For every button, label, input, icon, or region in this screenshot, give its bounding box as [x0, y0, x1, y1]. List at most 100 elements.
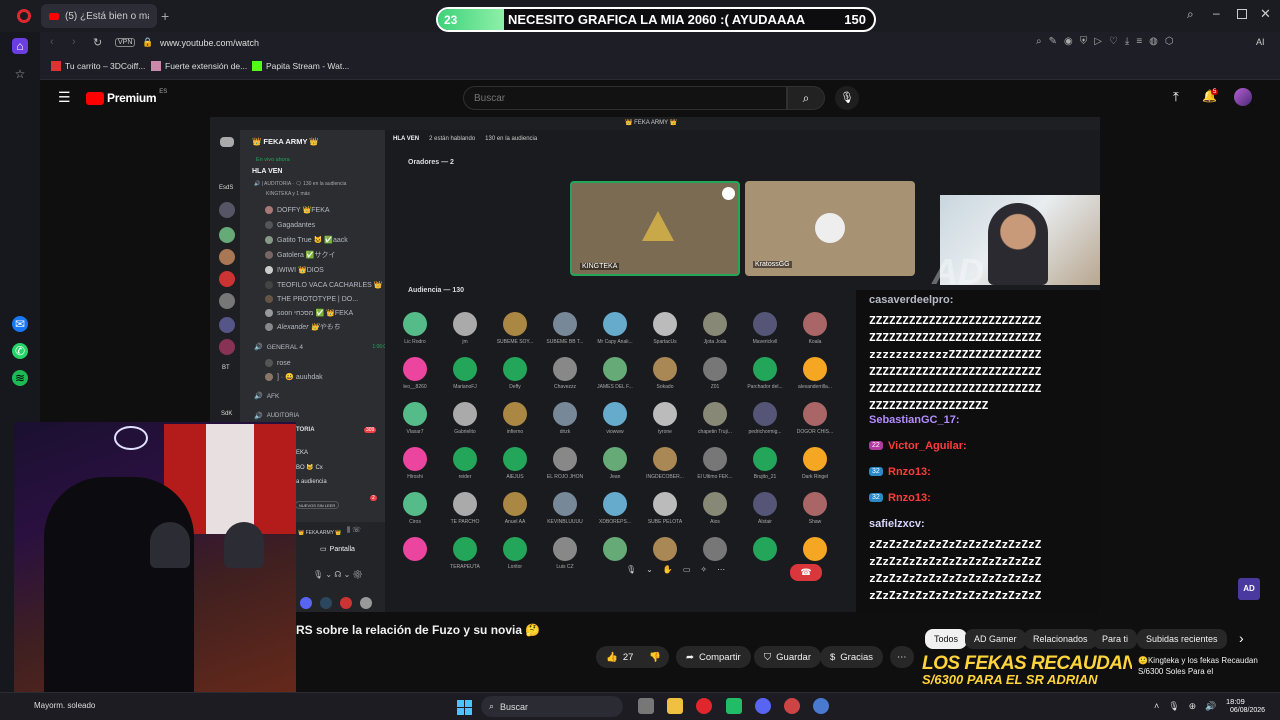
- tray-icons[interactable]: ˄🎙⊕🔊: [1154, 701, 1225, 712]
- chevron-right-icon[interactable]: ›: [1239, 630, 1244, 646]
- audience-member[interactable]: Vlaxar7: [395, 402, 435, 435]
- weather-text[interactable]: Mayorm. soleado: [34, 701, 95, 710]
- voice-member[interactable]: rose: [265, 358, 400, 368]
- edit-icon[interactable]: ✎: [1049, 36, 1057, 52]
- more-icon[interactable]: ⋯: [717, 565, 725, 581]
- server-label[interactable]: EsdS: [219, 185, 233, 191]
- server-icon[interactable]: [219, 293, 235, 309]
- recommended-title[interactable]: 🙂Kingteka y los fekas Recaudan S/6300 So…: [1138, 655, 1260, 679]
- search-tabs-icon[interactable]: ⌕: [1187, 7, 1194, 22]
- vpn-badge[interactable]: VPN: [115, 38, 136, 47]
- opera-icon[interactable]: [696, 698, 712, 714]
- voice-member[interactable]: THE PROTOTYPE | DO...: [265, 294, 400, 304]
- audience-member[interactable]: Aios: [695, 492, 735, 525]
- server-label[interactable]: SdK: [221, 411, 232, 417]
- bookmark-3[interactable]: Papita Stream - Wat...: [252, 61, 349, 71]
- audience-member[interactable]: Z01: [695, 357, 735, 390]
- chevron-down-icon[interactable]: ⌄: [646, 565, 653, 581]
- mic-control-icon[interactable]: 🎙 ⌄ ☊ ⌄ ⚙: [313, 570, 363, 579]
- taskbar-search[interactable]: ⌕ Buscar: [481, 696, 623, 717]
- audience-member[interactable]: viowww: [595, 402, 635, 435]
- audience-member[interactable]: Loritor: [495, 537, 535, 570]
- chat-username[interactable]: casaverdeelpro:: [869, 294, 953, 306]
- audience-member[interactable]: KEVINBLUUUU: [545, 492, 585, 525]
- share-button[interactable]: ➦ Compartir: [676, 646, 751, 668]
- start-button[interactable]: [457, 700, 472, 715]
- search-input[interactable]: [464, 87, 764, 109]
- thanks-button[interactable]: $ Gracias: [820, 646, 884, 668]
- audience-member[interactable]: EL ROJO JHON: [545, 447, 585, 480]
- audience-member[interactable]: Jean: [595, 447, 635, 480]
- screen-share-button[interactable]: ▭ Pantalla: [305, 542, 370, 556]
- activity-icon[interactable]: ✧: [700, 565, 707, 581]
- audience-member[interactable]: Dark Ringel: [795, 447, 835, 480]
- youtube-logo[interactable]: Premium ES: [86, 89, 167, 105]
- audience-member[interactable]: El Ultimo FEK...: [695, 447, 735, 480]
- chat-username[interactable]: Victor_Aguilar:: [888, 440, 967, 452]
- server-icon[interactable]: [219, 227, 235, 243]
- audience-member[interactable]: SUBEME SOY...: [495, 312, 535, 345]
- audience-member[interactable]: [395, 537, 435, 564]
- clock-time[interactable]: 18:09: [1226, 697, 1245, 706]
- search-box[interactable]: [463, 86, 787, 110]
- audience-member[interactable]: Shaw: [795, 492, 835, 525]
- audience-member[interactable]: DOGOR CHIS...: [795, 402, 835, 435]
- audience-member[interactable]: JAMES DEL F...: [595, 357, 635, 390]
- audience-member[interactable]: Alstair: [745, 492, 785, 525]
- voice-search-button[interactable]: 🎙: [835, 86, 859, 110]
- audience-member[interactable]: Mr Capy Anali...: [595, 312, 635, 345]
- audience-member[interactable]: leo__8260: [395, 357, 435, 390]
- file-explorer-icon[interactable]: [638, 698, 654, 714]
- chat-username[interactable]: Rnzo13:: [888, 466, 931, 478]
- live-channel[interactable]: HLA VEN: [252, 168, 282, 175]
- audience-member[interactable]: [795, 537, 835, 564]
- reload-icon[interactable]: ↻: [93, 36, 102, 49]
- avatar[interactable]: [1234, 88, 1252, 106]
- app-icon[interactable]: [726, 698, 742, 714]
- ai-button[interactable]: AI: [1256, 37, 1265, 47]
- shield-icon[interactable]: ⛨: [1080, 36, 1088, 52]
- close-window-icon[interactable]: ✕: [1260, 6, 1271, 22]
- audience-member[interactable]: drizk: [545, 402, 585, 435]
- minimize-icon[interactable]: –: [1213, 6, 1220, 20]
- voice-member[interactable]: Gatito True 🐱 ✅aack: [265, 235, 400, 245]
- bookmark-2[interactable]: Fuerte extensión de...: [151, 61, 247, 71]
- audience-member[interactable]: Luis CZ: [545, 537, 585, 570]
- like-button[interactable]: 👍 27: [596, 646, 644, 668]
- voice-member[interactable]: ] · 😀 auuhdak: [265, 372, 400, 382]
- audience-member[interactable]: tyrone: [645, 402, 685, 435]
- chat-username[interactable]: safielzxcv:: [869, 518, 925, 530]
- server-icon[interactable]: [219, 317, 235, 333]
- audience-member[interactable]: alexanderrilla...: [795, 357, 835, 390]
- chip-relacionados[interactable]: Relacionados: [1024, 629, 1097, 649]
- channel-auditoria[interactable]: 🔊 AUDITORIA: [254, 411, 389, 421]
- audience-member[interactable]: AlEJUS: [495, 447, 535, 480]
- discord-home-icon[interactable]: [220, 137, 234, 147]
- audience-member[interactable]: XDBOREPS...: [595, 492, 635, 525]
- menu-icon[interactable]: ≡: [1136, 36, 1142, 52]
- audience-member[interactable]: INGDECOBER...: [645, 447, 685, 480]
- speaker-tile[interactable]: KINGTEKA: [570, 181, 740, 276]
- search-page-icon[interactable]: ⌕: [1036, 36, 1042, 52]
- audience-member[interactable]: jm: [445, 312, 485, 345]
- audience-member[interactable]: chapetin Truji...: [695, 402, 735, 435]
- audience-member[interactable]: SUBEME BB T...: [545, 312, 585, 345]
- disconnect-button[interactable]: ☎: [790, 564, 822, 581]
- audience-member[interactable]: Brujito_21: [745, 447, 785, 480]
- audience-member[interactable]: SUBE PELOTA: [645, 492, 685, 525]
- whatsapp-icon[interactable]: ✆: [12, 343, 28, 359]
- camera-icon[interactable]: ◉: [1064, 36, 1073, 52]
- audience-member[interactable]: Hiroshi: [395, 447, 435, 480]
- extensions-icon[interactable]: ⬡: [1165, 36, 1174, 52]
- voice-member[interactable]: Gagadantes: [265, 220, 400, 230]
- hand-icon[interactable]: ✋: [663, 565, 673, 581]
- server-label[interactable]: BT: [222, 365, 230, 371]
- search-button[interactable]: ⌕: [787, 86, 825, 110]
- chrome-icon[interactable]: [784, 698, 800, 714]
- audience-member[interactable]: Jjota Joda: [695, 312, 735, 345]
- mic-icon[interactable]: 🎙: [626, 565, 636, 581]
- voice-member[interactable]: DOFFY 👑FEKA: [265, 205, 400, 215]
- chip-ad-gamer[interactable]: AD Gamer: [965, 629, 1026, 649]
- audience-member[interactable]: Chavezzz: [545, 357, 585, 390]
- spotify-icon[interactable]: ≋: [12, 370, 28, 386]
